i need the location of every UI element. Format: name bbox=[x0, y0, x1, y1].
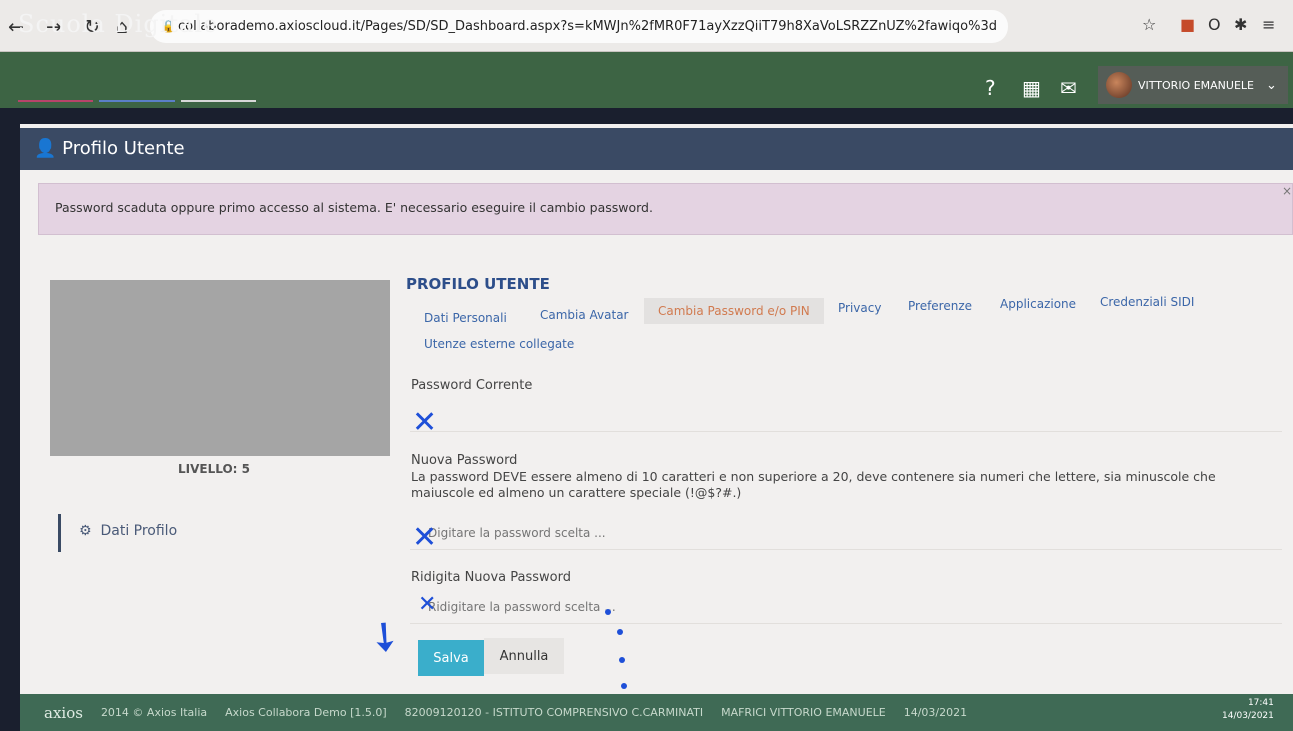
gear-icon: ⚙ bbox=[79, 523, 92, 539]
retype-password-label: Ridigita Nuova Password bbox=[411, 570, 571, 585]
address-bar[interactable]: 🔒 collaborademo.axioscloud.it/Pages/SD/S… bbox=[150, 10, 1008, 43]
profile-photo bbox=[50, 280, 390, 456]
brand-underline bbox=[18, 100, 256, 103]
opera-icon[interactable]: O bbox=[1208, 15, 1221, 34]
extension-icon[interactable]: ■ bbox=[1180, 15, 1195, 34]
close-icon[interactable]: × bbox=[1282, 184, 1292, 198]
cancel-button[interactable]: Annulla bbox=[484, 638, 564, 674]
envelope-icon[interactable]: ✉ bbox=[1060, 76, 1077, 100]
section-title: PROFILO UTENTE bbox=[406, 275, 550, 293]
sidebar-item-dati-profilo[interactable]: ⚙ Dati Profilo bbox=[58, 514, 177, 552]
footer-institute: 82009120120 - ISTITUTO COMPRENSIVO C.CAR… bbox=[404, 706, 704, 719]
password-alert: Password scaduta oppure primo accesso al… bbox=[38, 183, 1293, 235]
password-hint: La password DEVE essere almeno di 10 car… bbox=[411, 469, 1216, 500]
help-icon[interactable]: ? bbox=[985, 76, 996, 100]
tab-privacy[interactable]: Privacy bbox=[838, 297, 881, 319]
footer-copyright: 2014 © Axios Italia bbox=[100, 706, 208, 719]
chevron-down-icon: ⌄ bbox=[1266, 77, 1277, 93]
retype-password-input[interactable] bbox=[410, 590, 1282, 624]
star-icon[interactable]: ☆ bbox=[1142, 15, 1156, 34]
page-title-bar: 👤 Profilo Utente bbox=[20, 128, 1293, 170]
tab-credenziali-sidi[interactable]: Credenziali SIDI bbox=[1100, 291, 1194, 313]
cross-mark-icon: ✕ bbox=[412, 520, 438, 555]
user-level: LIVELLO: 5 bbox=[178, 462, 250, 476]
user-icon: 👤 bbox=[34, 138, 57, 159]
cross-mark-icon: ✕ bbox=[412, 405, 438, 440]
tab-applicazione[interactable]: Applicazione bbox=[1000, 293, 1076, 315]
puzzle-icon[interactable]: ✱ bbox=[1234, 15, 1247, 34]
footer-user: MAFRICI VITTORIO EMANUELE bbox=[721, 706, 886, 719]
building-icon[interactable]: ▦ bbox=[1022, 76, 1041, 100]
tab-cambia-avatar[interactable]: Cambia Avatar bbox=[540, 304, 629, 326]
tab-dati-personali[interactable]: Dati Personali bbox=[424, 307, 507, 329]
status-footer: axios 2014 © Axios Italia Axios Collabor… bbox=[20, 694, 1293, 731]
tab-utenze-esterne[interactable]: Utenze esterne collegate bbox=[424, 333, 574, 355]
save-button[interactable]: Salva bbox=[418, 640, 484, 676]
url-text: collaborademo.axioscloud.it/Pages/SD/SD_… bbox=[178, 19, 997, 34]
current-password-input[interactable] bbox=[410, 398, 1282, 432]
cross-mark-icon: ✕ bbox=[418, 592, 437, 617]
taskbar-date: 14/03/2021 bbox=[1222, 711, 1274, 721]
taskbar-clock: 17:41 14/03/2021 bbox=[1222, 694, 1274, 723]
brand-logo[interactable]: Scuola Digitale bbox=[18, 10, 218, 38]
user-name: VITTORIO EMANUELE bbox=[1138, 78, 1254, 92]
menu-icon[interactable]: ≡ bbox=[1262, 15, 1275, 34]
tab-preferenze[interactable]: Preferenze bbox=[908, 295, 972, 317]
user-menu[interactable]: VITTORIO EMANUELE ⌄ bbox=[1098, 66, 1288, 104]
new-password-input[interactable] bbox=[410, 516, 1282, 550]
page-title: Profilo Utente bbox=[62, 138, 185, 159]
footer-logo: axios bbox=[44, 703, 83, 722]
avatar bbox=[1106, 72, 1132, 98]
taskbar-time: 17:41 bbox=[1247, 698, 1274, 708]
sidebar-item-label: Dati Profilo bbox=[100, 523, 178, 539]
footer-date: 14/03/2021 bbox=[903, 706, 968, 719]
footer-app-version: Axios Collabora Demo [1.5.0] bbox=[225, 706, 387, 719]
tab-cambia-password[interactable]: Cambia Password e/o PIN bbox=[644, 298, 824, 324]
current-password-label: Password Corrente bbox=[411, 378, 533, 393]
